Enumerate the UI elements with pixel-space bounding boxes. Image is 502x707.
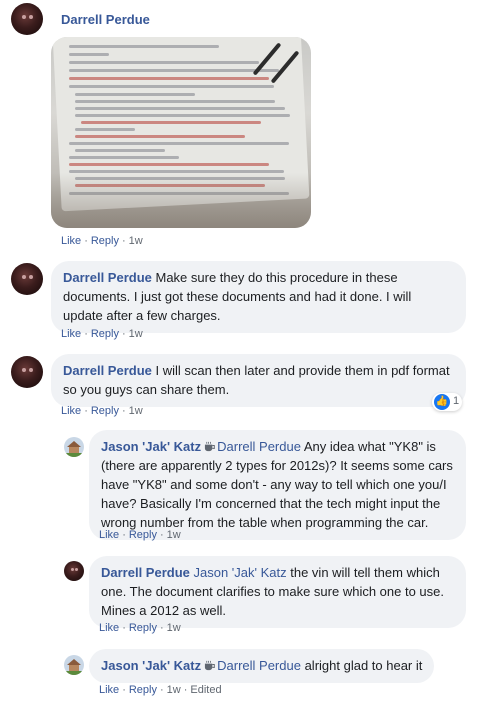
timestamp[interactable]: 1w	[129, 328, 143, 340]
avatar[interactable]	[64, 437, 84, 457]
reply-link[interactable]: Reply	[129, 529, 157, 541]
avatar[interactable]	[11, 263, 43, 295]
mentioned-user[interactable]: Darrell Perdue	[217, 658, 301, 673]
comment-author[interactable]: Darrell Perdue	[63, 363, 152, 378]
comment-actions: Like · Reply · 1w	[99, 529, 181, 541]
comment-author[interactable]: Darrell Perdue	[63, 270, 152, 285]
reaction-number: 1	[453, 395, 460, 407]
reaction-count[interactable]: 👍 1	[432, 393, 462, 411]
timestamp[interactable]: 1w	[167, 622, 181, 634]
reply-bubble: Darrell Perdue Jason 'Jak' Katz the vin …	[89, 556, 466, 628]
avatar[interactable]	[11, 3, 43, 35]
like-link[interactable]: Like	[61, 328, 81, 340]
comment-actions: Like · Reply · 1w	[61, 405, 143, 417]
reply-link[interactable]: Reply	[129, 684, 157, 696]
mentioned-user[interactable]: Darrell Perdue	[217, 439, 301, 454]
reply-bubble: Jason 'Jak' Katz Darrell Perdue alright g…	[89, 649, 435, 683]
comment-actions: Like · Reply · 1w	[99, 622, 181, 634]
timestamp[interactable]: 1w	[167, 529, 181, 541]
avatar[interactable]	[64, 561, 84, 581]
comment-actions: Like · Reply · 1w	[61, 328, 143, 340]
comment-actions: Like · Reply · 1w	[61, 235, 143, 247]
like-link[interactable]: Like	[99, 622, 119, 634]
comment-photo[interactable]	[51, 37, 311, 228]
reply-link[interactable]: Reply	[91, 235, 119, 247]
comment-bubble: Darrell Perdue Make sure they do this pr…	[51, 261, 466, 333]
comment-author[interactable]: Jason 'Jak' Katz	[101, 439, 201, 454]
reply-link[interactable]: Reply	[91, 328, 119, 340]
timestamp[interactable]: 1w	[129, 235, 143, 247]
avatar[interactable]	[11, 356, 43, 388]
like-link[interactable]: Like	[99, 529, 119, 541]
reply-bubble: Jason 'Jak' Katz Darrell Perdue Any idea …	[89, 430, 466, 540]
comment-author[interactable]: Darrell Perdue	[101, 565, 190, 580]
edited-label[interactable]: Edited	[190, 684, 221, 696]
coffee-cup-icon	[205, 441, 216, 452]
comment-author[interactable]: Darrell Perdue	[61, 12, 150, 27]
reply-link[interactable]: Reply	[91, 405, 119, 417]
timestamp[interactable]: 1w	[167, 684, 181, 696]
comment-author[interactable]: Jason 'Jak' Katz	[101, 658, 201, 673]
thumbs-up-icon: 👍	[434, 394, 450, 410]
reply-link[interactable]: Reply	[129, 622, 157, 634]
like-link[interactable]: Like	[61, 405, 81, 417]
like-link[interactable]: Like	[99, 684, 119, 696]
comment-text: alright glad to hear it	[304, 658, 423, 673]
timestamp[interactable]: 1w	[129, 405, 143, 417]
comment-bubble: Darrell Perdue I will scan then later an…	[51, 354, 466, 407]
mentioned-user[interactable]: Jason 'Jak' Katz	[194, 565, 287, 580]
avatar[interactable]	[64, 655, 84, 675]
comment-actions: Like · Reply · 1w · Edited	[99, 684, 222, 696]
like-link[interactable]: Like	[61, 235, 81, 247]
coffee-cup-icon	[205, 660, 216, 671]
